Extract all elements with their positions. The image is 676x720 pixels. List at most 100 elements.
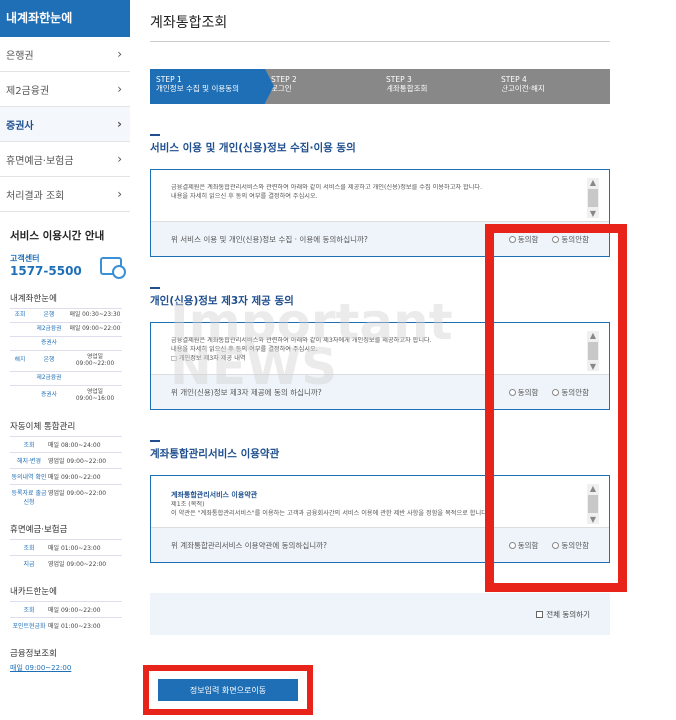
disagree-label[interactable]: 동의안함 [561,234,589,245]
consent-box: 금융결제원은 계좌통합관리서비스와 관련하여 아래와 같이 제3자에게 개인정보… [150,322,610,410]
agree-radio[interactable]: 동의함 [508,540,539,551]
main-content: 계좌통합조회 STEP 1 개인정보 수집 및 이용동의 STEP 2 로그인 STEP… [150,0,610,635]
radio-circle-icon[interactable] [552,235,560,243]
sidebar-item-label: 제2금융권 [6,85,50,97]
hours-label: 제2금융권 [30,370,68,386]
hours-time: 매일 09:00~22:00 [68,321,122,337]
hours-row: 조회 매일 01:00~23:00 [10,538,122,555]
hours-key: 동의내역 확인 [11,473,47,481]
page: 내계좌한눈에 은행권 › 제2금융권 › 증권사 › 휴면예금·보험금 › 처리결과 조회 › 서… [0,0,676,720]
hours-cat [10,370,30,386]
agree-radio[interactable]: 동의함 [508,234,539,245]
customer-center-label: 고객센터 [10,254,40,263]
scrollbar[interactable]: ▲ ▼ [587,484,599,524]
terms-scroll-area[interactable]: 금융결제원은 계좌통합관리서비스와 관련하여 아래와 같이 서비스를 제공하고 … [151,170,609,222]
submit-highlight: 정보입력 화면으로이동 [143,665,313,715]
agree-label[interactable]: 동의함 [518,540,539,551]
hours-table-accounts: 조회 은행 매일 00:30~23:30 제2금융권 매일 09:00~22:00 증권사… [10,308,122,406]
scroll-down-icon[interactable]: ▼ [587,362,599,371]
hours-row: 증권사 영업일 09:00~16:00 [10,384,122,406]
scroll-up-icon[interactable]: ▲ [587,178,599,187]
step-4: STEP 4 잔고이전·해지 [495,69,610,104]
sidebar-item[interactable]: 제2금융권 › [0,72,130,107]
hours-key: 지급 [23,560,35,568]
radio-circle-icon[interactable] [508,388,516,396]
proceed-button[interactable]: 정보입력 화면으로이동 [158,679,298,701]
sidebar-item[interactable]: 은행권 › [0,37,130,72]
hours-value: 매일 09:00~22:00 [48,473,101,481]
hours-cat [10,335,30,351]
page-title: 계좌통합조회 [150,0,610,42]
consent-radios: 동의함 동의안함 [508,540,589,551]
scroll-thumb[interactable] [588,342,598,360]
sidebar-header[interactable]: 내계좌한눈에 [0,0,130,37]
hours-key: 조회 [23,606,35,614]
disagree-label[interactable]: 동의안함 [561,540,589,551]
sidebar-item[interactable]: 처리결과 조회 › [0,177,130,212]
section-bar [150,287,160,289]
scrollbar[interactable]: ▲ ▼ [587,178,599,218]
hours-list-dormant: 조회 매일 01:00~23:00 지급 영업일 09:00~22:00 [10,538,122,571]
terms-scroll-area[interactable]: 계좌통합관리서비스 이용약관 제1조 (목적) 이 약관은 "계좌통합관리서비스"… [151,476,609,528]
scroll-up-icon[interactable]: ▲ [587,484,599,493]
sidebar-item-label: 증권사 [6,120,34,132]
agree-label[interactable]: 동의함 [518,234,539,245]
consent-question: 위 서비스 이용 및 개인(신용)정보 수집 · 이용에 동의하십니까? [171,234,368,244]
hours-value: 영업일 09:00~22:00 [48,457,107,465]
hours-label: 증권사 [30,335,68,351]
radio-circle-icon[interactable] [508,541,516,549]
hours-row: 해지 은행 영업일 09:00~22:00 [10,349,122,372]
disagree-label[interactable]: 동의안함 [561,387,589,398]
chevron-right-icon: › [117,47,122,61]
consent-section: 개인(신용)정보 제3자 제공 동의 금융결제원은 계좌통합관리서비스와 관련하여… [150,287,610,410]
hours-label: 증권사 [30,384,68,406]
hours-row: 해지·변경 영업일 09:00~22:00 [10,451,122,468]
sidebar-item-label: 휴면예금·보험금 [6,155,74,167]
hours-row: 증권사 [10,335,122,351]
consent-sections: 서비스 이용 및 개인(신용)정보 수집·이용 동의금융결제원은 계좌통합관리서… [150,134,610,563]
hours-value: 매일 01:00~23:00 [48,622,101,630]
sidebar: 내계좌한눈에 은행권 › 제2금융권 › 증권사 › 휴면예금·보험금 › 처리결과 조회 › 서… [0,0,130,720]
section-heading: 서비스 이용 및 개인(신용)정보 수집·이용 동의 [150,142,356,154]
chevron-right-icon: › [117,117,122,131]
scroll-down-icon[interactable]: ▼ [587,209,599,218]
scrollbar[interactable]: ▲ ▼ [587,331,599,371]
customer-center-icon [100,256,126,279]
disagree-radio[interactable]: 동의안함 [552,540,589,551]
step-label: 잔고이전·해지 [501,84,545,93]
hours-cat: 해지 [10,349,30,372]
agree-all-row[interactable]: 전체 동의하기 [150,593,610,635]
hours-row: 조회 은행 매일 00:30~23:30 [10,308,122,323]
terms-text: 금융결제원은 계좌통합관리서비스와 관련하여 아래와 같이 제3자에게 개인정보… [171,337,432,362]
scroll-down-icon[interactable]: ▼ [587,515,599,524]
hours-key: 등록자료 출금신청 [11,489,47,506]
sidebar-item[interactable]: 휴면예금·보험금 › [0,142,130,177]
radio-circle-icon[interactable] [508,235,516,243]
hours-section-title: 자동이체 통합관리 [10,421,76,432]
hours-value: 매일 09:00~22:00 [48,606,101,614]
section-heading: 계좌통합관리서비스 이용약관 [150,448,280,460]
agree-label[interactable]: 동의함 [518,387,539,398]
radio-circle-icon[interactable] [552,541,560,549]
hours-row: 등록자료 출금신청 영업일 09:00~22:00 [10,483,122,509]
disagree-radio[interactable]: 동의안함 [552,234,589,245]
sidebar-item[interactable]: 증권사 › [0,107,130,142]
scroll-thumb[interactable] [588,189,598,207]
agree-radio[interactable]: 동의함 [508,387,539,398]
disagree-radio[interactable]: 동의안함 [552,387,589,398]
agree-all-label[interactable]: 전체 동의하기 [546,609,590,620]
hours-section-title: 내카드한눈에 [10,586,57,597]
step-number: STEP 3 [386,75,412,84]
step-number: STEP 1 [156,75,182,84]
sidebar-item-label: 처리결과 조회 [6,190,65,202]
chevron-right-icon: › [117,187,122,201]
scroll-up-icon[interactable]: ▲ [587,331,599,340]
radio-circle-icon[interactable] [552,388,560,396]
hours-value: 영업일 09:00~22:00 [48,560,107,568]
hours-row: 동의내역 확인 매일 09:00~22:00 [10,467,122,484]
financial-info-hours-link[interactable]: 매일 09:00~22:00 [10,663,122,673]
step-1: STEP 1 개인정보 수집 및 이용동의 [150,69,274,104]
scroll-thumb[interactable] [588,495,598,513]
agree-all-checkbox[interactable] [536,610,544,618]
terms-scroll-area[interactable]: 금융결제원은 계좌통합관리서비스와 관련하여 아래와 같이 제3자에게 개인정보… [151,323,609,375]
